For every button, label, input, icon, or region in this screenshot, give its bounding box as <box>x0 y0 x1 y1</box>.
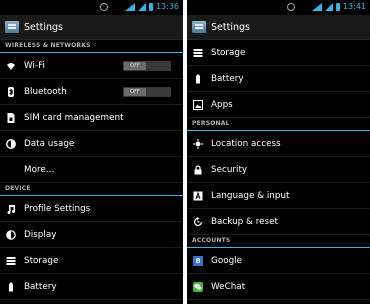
cell-signal-icon <box>324 3 333 11</box>
data-usage-icon <box>6 138 16 149</box>
backup-icon <box>193 216 203 227</box>
setting-label: Battery <box>24 281 57 292</box>
page-title: Settings <box>211 21 250 33</box>
setting-label: Storage <box>24 255 59 266</box>
storage-icon <box>193 48 203 58</box>
setting-item-sim-card[interactable]: SIM card management <box>0 105 183 131</box>
wifi-icon <box>6 61 16 71</box>
setting-label: More… <box>24 164 55 175</box>
wechat-icon <box>193 281 203 292</box>
setting-label: SIM card management <box>24 112 124 123</box>
setting-label: Wi-Fi <box>24 60 45 71</box>
setting-item-data-usage[interactable]: Data usage <box>0 131 183 157</box>
setting-item-display[interactable]: Display <box>0 222 183 248</box>
setting-item-apps[interactable]: Apps <box>187 92 370 118</box>
setting-item-battery[interactable]: Battery <box>0 274 183 300</box>
settings-screen-right: 13:41 Settings Storage Battery Apps PERS… <box>187 0 370 304</box>
setting-label: Backup & reset <box>211 216 278 227</box>
setting-label: Battery <box>211 73 244 84</box>
cell-signal-icon <box>137 3 146 11</box>
clock: 13:36 <box>155 2 179 11</box>
settings-app-icon[interactable] <box>5 21 19 33</box>
lock-icon <box>193 164 203 175</box>
setting-item-battery[interactable]: Battery <box>187 66 370 92</box>
music-note-icon <box>6 204 16 214</box>
setting-item-more[interactable]: More… <box>0 157 183 183</box>
setting-label: WeChat <box>211 281 246 292</box>
setting-label: Google <box>211 255 243 266</box>
language-icon <box>193 190 203 201</box>
battery-icon <box>6 282 16 292</box>
setting-item-wechat[interactable]: WeChat <box>187 274 370 300</box>
section-header-personal: PERSONAL <box>187 118 370 131</box>
setting-label: Data usage <box>24 138 75 149</box>
toggle-state: OFF <box>124 62 146 70</box>
setting-item-google[interactable]: 8 Google <box>187 248 370 274</box>
setting-item-storage[interactable]: Storage <box>0 248 183 274</box>
google-glyph: 8 <box>193 255 203 266</box>
wifi-toggle[interactable]: OFF <box>123 61 171 71</box>
sync-icon <box>99 3 108 11</box>
clock: 13:41 <box>342 2 366 11</box>
setting-label: Apps <box>211 99 233 110</box>
setting-label: Display <box>24 229 57 240</box>
action-bar: Settings <box>187 15 370 40</box>
sim-card-icon <box>6 112 16 123</box>
setting-label: Security <box>211 164 248 175</box>
battery-icon <box>193 74 203 84</box>
bluetooth-toggle[interactable]: OFF <box>123 87 171 97</box>
setting-label: Location access <box>211 138 281 149</box>
setting-item-profile-settings[interactable]: Profile Settings <box>0 196 183 222</box>
sync-icon <box>286 3 295 11</box>
setting-item-wifi[interactable]: Wi-Fi OFF <box>0 53 183 79</box>
wifi-signal-icon <box>124 3 135 11</box>
toggle-state: OFF <box>124 88 146 96</box>
action-bar: Settings <box>0 15 183 40</box>
google-icon: 8 <box>193 255 203 266</box>
location-icon <box>193 138 203 149</box>
section-header-wireless: WIRELESS & NETWORKS <box>0 40 183 53</box>
page-title: Settings <box>24 21 63 33</box>
section-header-accounts: ACCOUNTS <box>187 235 370 248</box>
status-bar: 13:36 <box>0 0 183 15</box>
section-header-device: DEVICE <box>0 183 183 196</box>
setting-item-language-input[interactable]: Language & input <box>187 183 370 209</box>
setting-item-location-access[interactable]: Location access <box>187 131 370 157</box>
display-icon <box>6 229 16 240</box>
wifi-signal-icon <box>311 3 322 11</box>
settings-app-icon[interactable] <box>192 21 206 33</box>
bluetooth-icon <box>6 86 16 97</box>
setting-item-bluetooth[interactable]: Bluetooth OFF <box>0 79 183 105</box>
storage-icon <box>6 256 16 266</box>
setting-label: Bluetooth <box>24 86 67 97</box>
status-bar: 13:41 <box>187 0 370 15</box>
setting-label: Storage <box>211 47 246 58</box>
setting-item-backup-reset[interactable]: Backup & reset <box>187 209 370 235</box>
setting-label: Profile Settings <box>24 203 91 214</box>
battery-status-icon <box>335 3 340 11</box>
setting-item-storage[interactable]: Storage <box>187 40 370 66</box>
battery-status-icon <box>148 3 153 11</box>
setting-label: Language & input <box>211 190 290 201</box>
apps-icon <box>193 99 203 110</box>
settings-screen-left: 13:36 Settings WIRELESS & NETWORKS Wi-Fi… <box>0 0 183 304</box>
setting-item-security[interactable]: Security <box>187 157 370 183</box>
